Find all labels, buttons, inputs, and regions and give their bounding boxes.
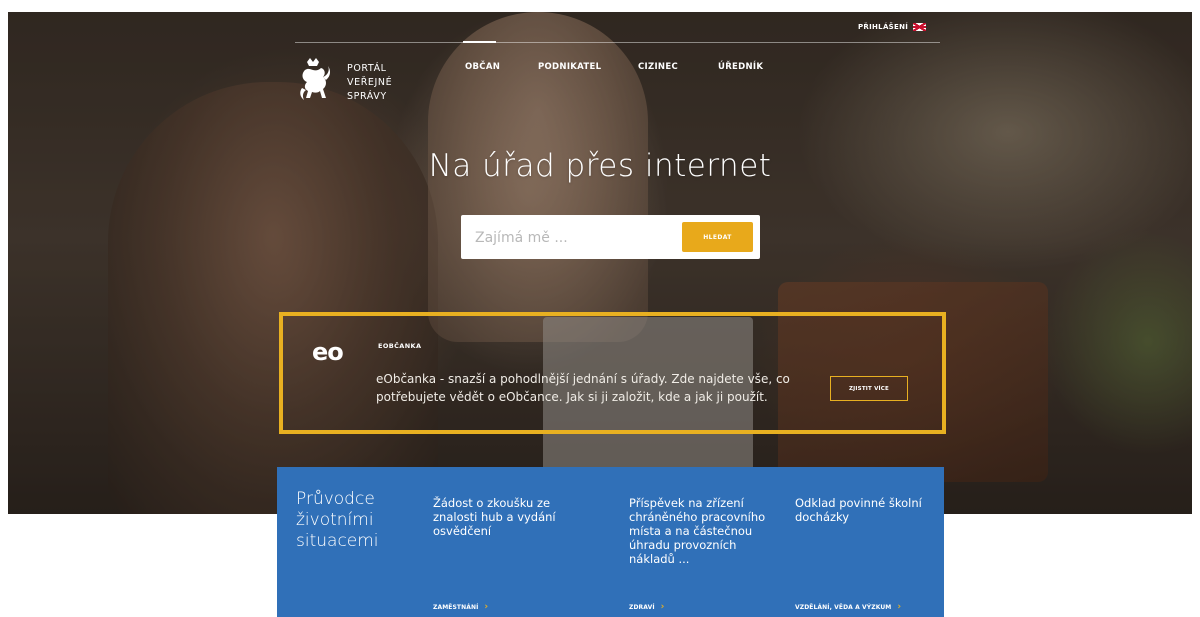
uk-flag-icon[interactable] [913, 23, 926, 31]
guide-item-link[interactable]: Příspěvek na zřízení chráněného pracovní… [629, 496, 769, 566]
czech-lion-emblem-icon[interactable] [297, 58, 333, 102]
guide-category-label: ZDRAVÍ [629, 604, 655, 611]
guide-item-link[interactable]: Odklad povinné školní docházky [795, 496, 935, 524]
nav-podnikatel[interactable]: PODNIKATEL [538, 62, 601, 72]
learn-more-button[interactable]: ZJISTIT VÍCE [830, 376, 908, 401]
logo-line-2: VEŘEJNÉ [347, 77, 393, 88]
eobcanka-banner: eo EOBČANKA eObčanka - snazší a pohodlně… [279, 312, 946, 434]
chevron-right-icon: › [484, 602, 489, 612]
hero-background [8, 12, 1192, 514]
nav-cizinec[interactable]: CIZINEC [638, 62, 678, 72]
nav-obcan[interactable]: OBČAN [465, 62, 500, 72]
guide-title[interactable]: Průvodce životními situacemi [296, 489, 416, 552]
logo-line-3: SPRÁVY [347, 91, 387, 102]
search-input[interactable] [473, 224, 677, 252]
chevron-right-icon: › [897, 602, 902, 612]
eobcanka-heading: EOBČANKA [378, 342, 422, 350]
nav-active-indicator [463, 41, 496, 43]
search-button[interactable]: HLEDAT [682, 222, 753, 252]
eobcanka-description: eObčanka - snazší a pohodlnější jednání … [376, 372, 790, 404]
portal-logo-text[interactable]: PORTÁL VEŘEJNÉ SPRÁVY [347, 62, 392, 104]
header-divider [295, 42, 940, 43]
hero-title: Na úřad přes internet [428, 148, 772, 184]
life-situations-guide: Průvodce životními situacemi Žádost o zk… [277, 467, 944, 617]
guide-category-link[interactable]: ZAMĚSTNÁNÍ › [433, 602, 488, 612]
guide-category-label: VZDĚLÁNÍ, VĚDA A VÝZKUM [795, 604, 892, 611]
hero-photo-man [108, 82, 438, 514]
logo-line-1: PORTÁL [347, 63, 387, 74]
guide-category-link[interactable]: VZDĚLÁNÍ, VĚDA A VÝZKUM › [795, 602, 901, 612]
search-box: HLEDAT [461, 215, 760, 259]
login-link[interactable]: PŘIHLÁŠENÍ [858, 23, 908, 31]
guide-item-link[interactable]: Žádost o zkoušku ze znalosti hub a vydán… [433, 496, 573, 538]
guide-category-label: ZAMĚSTNÁNÍ [433, 604, 479, 611]
guide-category-link[interactable]: ZDRAVÍ › [629, 602, 664, 612]
eobcanka-logo-icon: eo [312, 338, 344, 366]
chevron-right-icon: › [660, 602, 665, 612]
nav-urednik[interactable]: ÚŘEDNÍK [718, 62, 763, 72]
